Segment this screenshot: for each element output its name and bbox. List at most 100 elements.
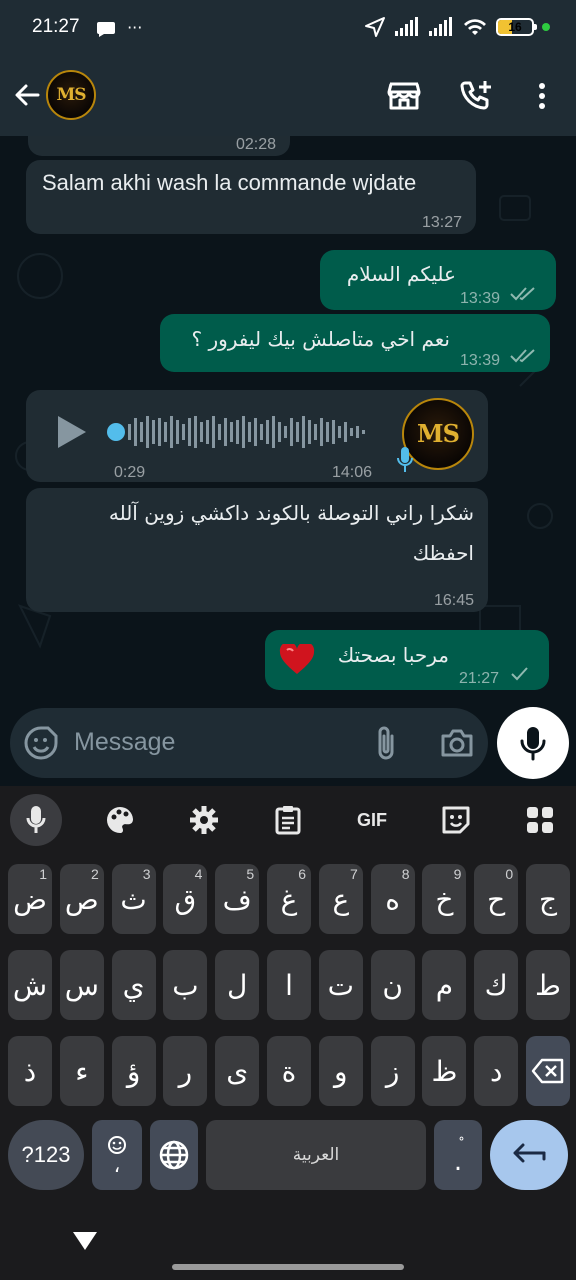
- contact-avatar[interactable]: MS: [46, 70, 96, 120]
- key[interactable]: غ6: [267, 864, 311, 934]
- key[interactable]: ش: [8, 950, 52, 1020]
- message-bubble-incoming[interactable]: Salam akhi wash la commande wjdate 13:27: [26, 160, 476, 234]
- message-bubble-outgoing[interactable]: عليكم السلام 13:39: [320, 250, 556, 310]
- attach-icon[interactable]: [374, 724, 398, 762]
- enter-key[interactable]: [490, 1120, 568, 1190]
- play-icon[interactable]: [56, 414, 88, 450]
- period-key[interactable]: ْ .: [434, 1120, 482, 1190]
- key[interactable]: ق4: [163, 864, 208, 934]
- key[interactable]: ج: [526, 864, 570, 934]
- gif-button[interactable]: GIF: [344, 794, 400, 846]
- key[interactable]: ى: [215, 1036, 260, 1106]
- signal-icon-2: [429, 17, 452, 36]
- key-char: غ: [280, 882, 298, 916]
- keyboard-settings-button[interactable]: [176, 794, 232, 846]
- apps-grid-button[interactable]: [512, 794, 568, 846]
- more-options-button[interactable]: [522, 76, 562, 116]
- key-char: ص: [64, 882, 99, 916]
- key[interactable]: ذ: [8, 1036, 52, 1106]
- message-bubble-outgoing[interactable]: مرحبا بصحتك 21:27: [265, 630, 549, 690]
- battery-level: 16: [508, 20, 522, 34]
- key[interactable]: ؤ: [111, 1036, 156, 1106]
- camera-icon[interactable]: [440, 728, 474, 758]
- key-char: ح: [487, 882, 506, 916]
- chat-header: MS: [0, 56, 576, 136]
- key-char: ه: [385, 882, 400, 916]
- keyboard-voice-button[interactable]: [10, 794, 62, 846]
- key[interactable]: ز: [370, 1036, 415, 1106]
- key[interactable]: ث3: [111, 864, 156, 934]
- key[interactable]: ء: [59, 1036, 104, 1106]
- avatar-logo-text: MS: [56, 85, 86, 105]
- status-notification-icons: ···: [96, 18, 142, 38]
- sticker-keyboard-button[interactable]: [428, 794, 484, 846]
- key[interactable]: ي: [111, 950, 156, 1020]
- double-check-icon: [510, 349, 535, 363]
- sticker-icon[interactable]: [24, 726, 58, 760]
- key-hint: 9: [453, 866, 462, 882]
- chat-notification-icon: [97, 21, 115, 37]
- clipboard-button[interactable]: [260, 794, 316, 846]
- key[interactable]: ع7: [318, 864, 363, 934]
- message-text: Salam akhi wash la commande wjdate: [42, 170, 417, 195]
- message-input[interactable]: Message: [74, 728, 175, 757]
- message-time: 21:27: [459, 670, 500, 687]
- period-char: .: [453, 1147, 463, 1177]
- key[interactable]: ص2: [59, 864, 104, 934]
- voice-waveform[interactable]: [106, 410, 376, 454]
- message-time: 16:45: [433, 592, 474, 609]
- language-key[interactable]: [150, 1120, 198, 1190]
- key[interactable]: د: [474, 1036, 519, 1106]
- voice-message-bubble[interactable]: 0:29 14:06 MS: [26, 390, 488, 482]
- key-char: ض: [13, 882, 47, 916]
- voice-record-button[interactable]: [497, 707, 569, 779]
- privacy-indicator-dot: [542, 23, 550, 31]
- key[interactable]: س: [59, 950, 104, 1020]
- back-arrow-icon[interactable]: [10, 78, 44, 112]
- single-check-icon: [511, 667, 528, 681]
- key[interactable]: ه8: [370, 864, 415, 934]
- phone-add-icon: [460, 81, 491, 110]
- key-char: ع: [332, 882, 350, 916]
- key[interactable]: ا: [267, 950, 311, 1020]
- message-text: نعم اخي متاصلش بيك ليفرور ؟: [191, 327, 450, 351]
- key[interactable]: ن: [370, 950, 415, 1020]
- key[interactable]: ط: [526, 950, 570, 1020]
- key[interactable]: ض1: [8, 864, 52, 934]
- double-check-icon: [510, 287, 535, 301]
- key[interactable]: و: [318, 1036, 363, 1106]
- message-text-line1: شكرا راني التوصلة بالكوند داكشي زوين آلل…: [108, 501, 474, 525]
- key-hint: 6: [298, 866, 306, 882]
- mic-small-icon: [397, 447, 413, 472]
- symbols-key[interactable]: ?123: [8, 1120, 84, 1190]
- key[interactable]: ف5: [215, 864, 260, 934]
- home-gesture-pill[interactable]: [172, 1264, 404, 1270]
- catalog-button[interactable]: [384, 76, 424, 116]
- message-bubble-outgoing[interactable]: نعم اخي متاصلش بيك ليفرور ؟ 13:39: [160, 314, 550, 372]
- key[interactable]: ت: [318, 950, 363, 1020]
- location-arrow-icon: [365, 17, 385, 37]
- key[interactable]: م: [422, 950, 467, 1020]
- key[interactable]: ة: [267, 1036, 311, 1106]
- key-hint: 3: [142, 866, 151, 882]
- chat-area[interactable]: 02:28 Salam akhi wash la commande wjdate…: [0, 136, 576, 706]
- add-call-button[interactable]: [456, 76, 496, 116]
- keyboard-theme-button[interactable]: [92, 794, 148, 846]
- key[interactable]: ب: [163, 950, 208, 1020]
- key[interactable]: خ9: [422, 864, 467, 934]
- message-input-bar[interactable]: Message: [10, 708, 488, 778]
- key[interactable]: ل: [215, 950, 260, 1020]
- message-bubble-incoming[interactable]: شكرا راني التوصلة بالكوند داكشي زوين آلل…: [26, 488, 488, 612]
- hide-keyboard-icon[interactable]: [72, 1230, 98, 1252]
- grid-icon: [527, 807, 553, 833]
- key[interactable]: ر: [163, 1036, 208, 1106]
- key[interactable]: ح0: [474, 864, 519, 934]
- previous-message-stub[interactable]: 02:28: [28, 136, 290, 156]
- key[interactable]: ك: [474, 950, 519, 1020]
- sticker-icon: [442, 806, 470, 834]
- enter-arrow-icon: [513, 1143, 546, 1163]
- space-key[interactable]: العربية: [206, 1120, 426, 1190]
- key[interactable]: ظ: [422, 1036, 467, 1106]
- emoji-comma-key[interactable]: ،: [92, 1120, 142, 1190]
- backspace-key[interactable]: [526, 1036, 570, 1106]
